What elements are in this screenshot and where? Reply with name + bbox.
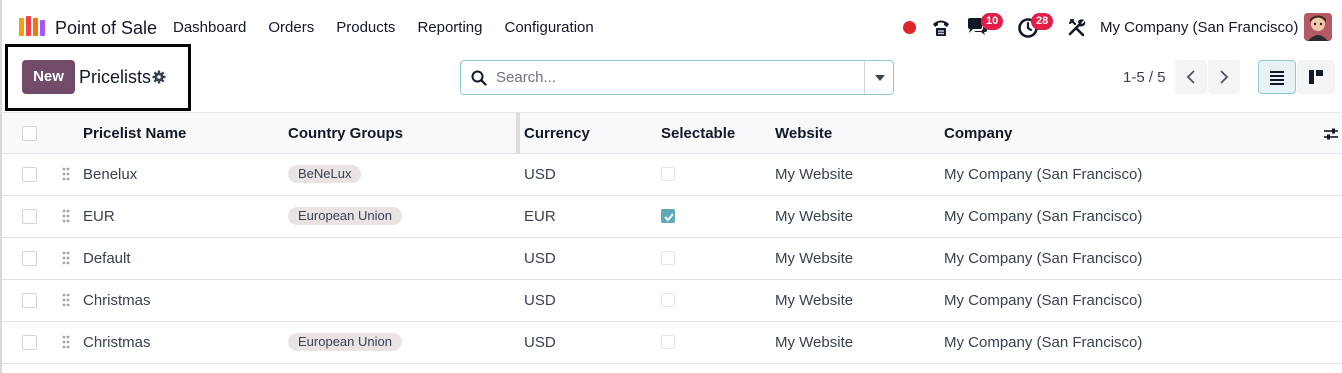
cell-currency: USD: [524, 292, 556, 309]
gear-icon[interactable]: [152, 70, 166, 84]
search-bar: [460, 60, 894, 95]
row-checkbox[interactable]: [22, 335, 37, 350]
list-view-button[interactable]: [1258, 60, 1296, 94]
country-group-tag: European Union: [288, 333, 402, 351]
phone-icon[interactable]: [930, 16, 952, 38]
cell-currency: USD: [524, 250, 556, 267]
cell-pricelist-name: Default: [83, 250, 131, 267]
search-input[interactable]: [496, 61, 856, 94]
header-pricelist-name[interactable]: Pricelist Name: [83, 125, 186, 142]
cell-company: My Company (San Francisco): [944, 208, 1143, 225]
cell-currency: USD: [524, 334, 556, 351]
kanban-view-icon: [1309, 70, 1323, 84]
cell-pricelist-name: EUR: [83, 208, 115, 225]
menu-orders[interactable]: Orders: [268, 19, 314, 36]
app-name[interactable]: Point of Sale: [55, 18, 157, 39]
cell-pricelist-name: Christmas: [83, 292, 151, 309]
messages-badge: 10: [981, 13, 1004, 30]
cell-pricelist-name: Christmas: [83, 334, 151, 351]
cell-currency: USD: [524, 166, 556, 183]
country-group-tag: BeNeLux: [288, 165, 362, 183]
cell-company: My Company (San Francisco): [944, 166, 1143, 183]
header-country-groups[interactable]: Country Groups: [288, 125, 403, 142]
cell-website: My Website: [775, 166, 854, 183]
selectable-checkbox: [661, 293, 675, 307]
drag-handle-icon[interactable]: [62, 292, 70, 308]
search-options-toggle[interactable]: [864, 61, 894, 94]
table-row[interactable]: EUR European Union EUR My Website My Com…: [2, 196, 1342, 238]
caret-down-icon: [875, 75, 885, 81]
status-dot-icon[interactable]: [903, 21, 916, 34]
row-checkbox[interactable]: [22, 209, 37, 224]
menu-configuration[interactable]: Configuration: [504, 19, 593, 36]
table-row[interactable]: Christmas European Union USD My Website …: [2, 322, 1342, 364]
table-row[interactable]: Benelux BeNeLux USD My Website My Compan…: [2, 154, 1342, 196]
selectable-checkbox: [661, 251, 675, 265]
row-checkbox[interactable]: [22, 251, 37, 266]
header-company[interactable]: Company: [944, 125, 1012, 142]
cell-currency: EUR: [524, 208, 556, 225]
pager-next-button[interactable]: [1208, 60, 1240, 94]
list-view-icon: [1270, 71, 1284, 85]
selectable-checkbox: [661, 209, 675, 223]
cell-company: My Company (San Francisco): [944, 250, 1143, 267]
company-switcher[interactable]: My Company (San Francisco): [1100, 19, 1298, 36]
tools-icon[interactable]: [1067, 17, 1087, 37]
header-website[interactable]: Website: [775, 125, 832, 142]
menu-dashboard[interactable]: Dashboard: [173, 19, 246, 36]
cell-company: My Company (San Francisco): [944, 292, 1143, 309]
header-selectable[interactable]: Selectable: [661, 125, 735, 142]
column-resize-handle[interactable]: [516, 113, 520, 154]
chevron-right-icon: [1220, 70, 1229, 84]
row-checkbox[interactable]: [22, 293, 37, 308]
user-avatar[interactable]: [1304, 13, 1332, 41]
app-logo-icon[interactable]: [18, 16, 46, 38]
main-menu: Dashboard Orders Products Reporting Conf…: [173, 19, 616, 36]
cell-pricelist-name: Benelux: [83, 166, 138, 183]
selectable-checkbox: [661, 167, 675, 181]
cell-company: My Company (San Francisco): [944, 334, 1143, 351]
new-button[interactable]: New: [22, 60, 75, 94]
kanban-view-button[interactable]: [1297, 60, 1335, 94]
table-row[interactable]: Christmas USD My Website My Company (San…: [2, 280, 1342, 322]
optional-columns-icon[interactable]: [1323, 126, 1339, 142]
drag-handle-icon[interactable]: [62, 334, 70, 350]
breadcrumb: Pricelists: [79, 67, 152, 87]
table-header: Pricelist Name Country Groups Currency S…: [2, 112, 1342, 154]
country-group-tag: European Union: [288, 207, 402, 225]
row-checkbox[interactable]: [22, 167, 37, 182]
search-icon[interactable]: [471, 70, 487, 86]
header-currency[interactable]: Currency: [524, 125, 590, 142]
pager-value[interactable]: 1-5 / 5: [1123, 69, 1166, 86]
cell-website: My Website: [775, 334, 854, 351]
cell-website: My Website: [775, 250, 854, 267]
activities-badge: 28: [1031, 13, 1054, 30]
chevron-left-icon: [1186, 70, 1195, 84]
cell-website: My Website: [775, 292, 854, 309]
drag-handle-icon[interactable]: [62, 250, 70, 266]
selectable-checkbox: [661, 335, 675, 349]
cell-website: My Website: [775, 208, 854, 225]
select-all-checkbox[interactable]: [22, 126, 37, 141]
table-row[interactable]: Default USD My Website My Company (San F…: [2, 238, 1342, 280]
menu-products[interactable]: Products: [336, 19, 395, 36]
drag-handle-icon[interactable]: [62, 166, 70, 182]
pager-previous-button[interactable]: [1175, 60, 1207, 94]
check-icon: [664, 213, 674, 222]
menu-reporting[interactable]: Reporting: [417, 19, 482, 36]
drag-handle-icon[interactable]: [62, 208, 70, 224]
